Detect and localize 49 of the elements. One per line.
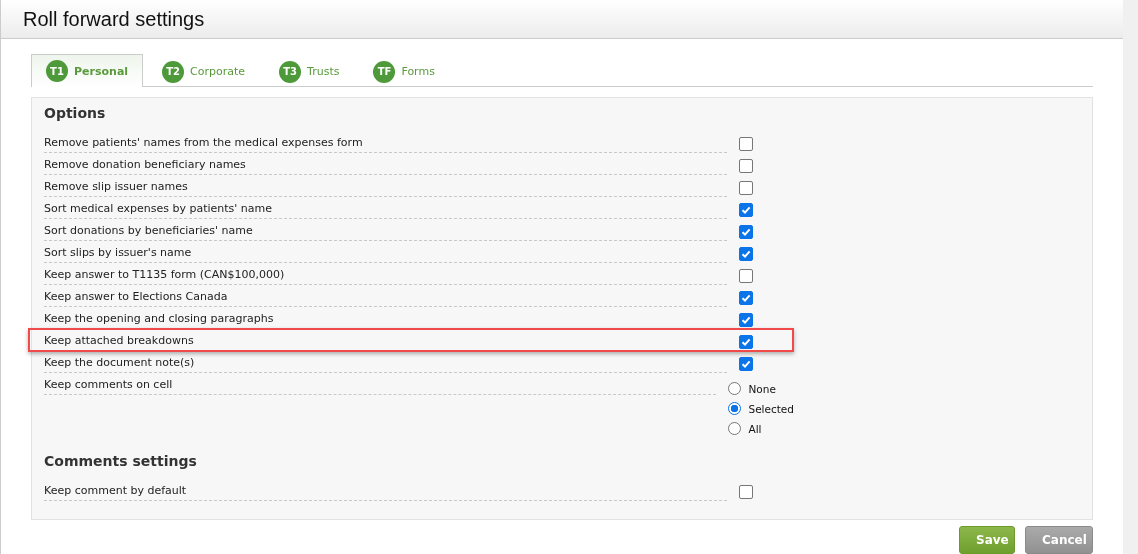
tab-label: Corporate [190, 65, 246, 78]
checkbox[interactable] [739, 291, 753, 305]
radio-button[interactable] [728, 422, 742, 435]
tab-badge: TF [373, 60, 396, 83]
option-label: Keep the document note(s) [44, 356, 727, 373]
checkbox[interactable] [739, 159, 753, 173]
window-title: Roll forward settings [23, 7, 205, 31]
tab[interactable]: TF Forms [358, 55, 450, 87]
tab-badge: T1 [46, 60, 68, 82]
option-label: Remove donation beneficiary names [44, 158, 727, 175]
tab-label: Forms [401, 65, 435, 78]
scrollbar[interactable] [1123, 0, 1138, 554]
option-label: Keep comment by default [44, 484, 727, 501]
tab[interactable]: T1 Personal [31, 54, 144, 87]
option-label: Remove slip issuer names [44, 180, 727, 197]
tab[interactable]: T2 Corporate [147, 55, 261, 87]
tab-badge: T2 [162, 60, 185, 83]
tab-badge: T3 [279, 60, 302, 83]
option-label: Keep the opening and closing paragraphs [44, 312, 727, 329]
checkbox[interactable] [739, 225, 753, 239]
tab[interactable]: T3 Trusts [264, 55, 355, 87]
checkbox[interactable] [739, 137, 753, 151]
checkbox[interactable] [739, 335, 753, 349]
section-heading: Options [44, 105, 107, 121]
option-label: Remove patients' names from the medical expenses form [44, 136, 727, 153]
option-label: Keep answer to T1135 form (CAN$100,000) [44, 268, 727, 285]
checkbox[interactable] [739, 269, 753, 283]
tab-label: Personal [74, 64, 129, 78]
option-label: Keep comments on cell [44, 378, 717, 395]
option-label: Keep attached breakdowns [44, 334, 727, 351]
checkbox[interactable] [739, 357, 753, 371]
save-button[interactable]: Save [959, 526, 1015, 554]
checkbox[interactable] [739, 203, 753, 217]
radio-label: All [748, 422, 762, 435]
radio-button[interactable] [728, 402, 742, 415]
section-heading: Comments settings [44, 453, 198, 469]
tab-label: Trusts [307, 65, 340, 78]
option-label: Sort donations by beneficiaries' name [44, 224, 727, 241]
cancel-button[interactable]: Cancel [1025, 526, 1093, 554]
checkbox[interactable] [739, 313, 753, 327]
radio-label: Selected [748, 402, 794, 415]
option-label: Sort medical expenses by patients' name [44, 202, 727, 219]
radio-label: None [748, 382, 776, 395]
radio-button[interactable] [728, 382, 742, 395]
option-label: Sort slips by issuer's name [44, 246, 727, 263]
checkbox[interactable] [739, 247, 753, 261]
option-label: Keep answer to Elections Canada [44, 290, 727, 307]
checkbox[interactable] [739, 181, 753, 195]
checkbox[interactable] [739, 485, 753, 499]
